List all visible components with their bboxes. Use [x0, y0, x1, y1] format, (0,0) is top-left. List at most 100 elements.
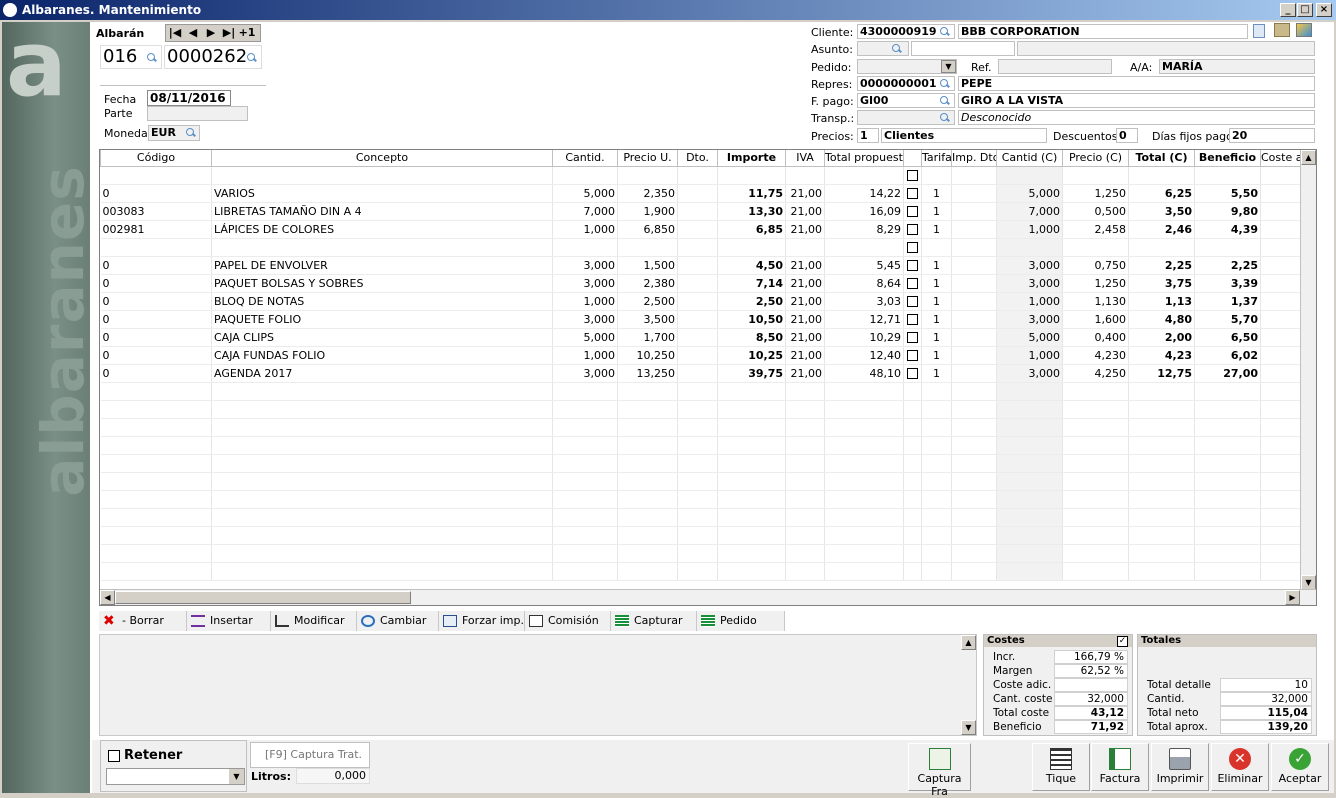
- table-row[interactable]: [100, 472, 1301, 491]
- modificar-button[interactable]: Modificar: [271, 611, 357, 631]
- precios-name-field[interactable]: Clientes: [881, 128, 1047, 143]
- repres-name-field[interactable]: PEPE: [958, 76, 1315, 91]
- row-checkbox[interactable]: [907, 170, 918, 181]
- last-record-icon[interactable]: ▶|: [220, 25, 238, 41]
- repres-search-icon[interactable]: [940, 79, 950, 89]
- aceptar-button[interactable]: ✓ Aceptar: [1271, 743, 1329, 791]
- asunto-extra-field[interactable]: [1017, 41, 1315, 56]
- col-header[interactable]: IVA: [785, 150, 825, 167]
- dias-fijos-field[interactable]: 20: [1229, 128, 1315, 143]
- row-checkbox[interactable]: [907, 278, 918, 289]
- table-row[interactable]: 0 PAQUETE FOLIO 3,000 3,500 10,50 21,00 12,71 1…: [100, 310, 1301, 329]
- row-checkbox[interactable]: [907, 260, 918, 271]
- costes-checkbox[interactable]: ✓: [1117, 636, 1128, 647]
- table-row[interactable]: 0 PAPEL DE ENVOLVER 3,000 1,500 4,50 21,00 5,4…: [100, 256, 1301, 275]
- row-checkbox[interactable]: [907, 188, 918, 199]
- first-record-icon[interactable]: |◀: [166, 25, 184, 41]
- col-header[interactable]: Concepto: [211, 150, 553, 167]
- cliente-web-icon[interactable]: [1296, 23, 1312, 37]
- col-header[interactable]: Total (C): [1128, 150, 1195, 167]
- imprimir-button[interactable]: Imprimir: [1151, 743, 1209, 791]
- factura-button[interactable]: Factura: [1091, 743, 1149, 791]
- scroll-left-icon[interactable]: ◀: [100, 590, 115, 605]
- tique-button[interactable]: Tique: [1032, 743, 1090, 791]
- minimize-button[interactable]: _: [1280, 3, 1296, 17]
- table-row[interactable]: [100, 526, 1301, 545]
- fpago-name-field[interactable]: GIRO A LA VISTA: [958, 93, 1315, 108]
- forzar-button[interactable]: Forzar imp.: [439, 611, 525, 631]
- comision-button[interactable]: Comisión: [525, 611, 611, 631]
- retener-select[interactable]: ▼: [106, 768, 245, 785]
- notes-area[interactable]: ▲ ▼: [99, 634, 977, 736]
- row-checkbox[interactable]: [907, 350, 918, 361]
- grid-vertical-scrollbar[interactable]: ▲ ▼: [1300, 150, 1316, 590]
- borrar-button[interactable]: ✖ - Borrar: [99, 611, 187, 631]
- ref-field[interactable]: [998, 59, 1112, 74]
- grid-horizontal-scrollbar[interactable]: ◀ ▶: [100, 589, 1316, 605]
- col-header[interactable]: Precio (C): [1062, 150, 1129, 167]
- table-row[interactable]: [100, 436, 1301, 455]
- table-row[interactable]: [100, 166, 1301, 185]
- row-checkbox[interactable]: [907, 368, 918, 379]
- captura-trat-button[interactable]: [F9] Captura Trat.: [250, 742, 370, 768]
- table-row[interactable]: 003083 LIBRETAS TAMAÑO DIN A 4 7,000 1,900 1…: [100, 202, 1301, 221]
- scroll-thumb[interactable]: [115, 591, 411, 604]
- col-header[interactable]: Imp. Dto: [951, 150, 997, 167]
- cliente-search-icon[interactable]: [940, 27, 950, 37]
- scroll-right-icon[interactable]: ▶: [1285, 590, 1300, 605]
- retener-dropdown-icon[interactable]: ▼: [229, 769, 244, 784]
- cliente-name-field[interactable]: BBB CORPORATION: [958, 24, 1248, 39]
- insertar-button[interactable]: Insertar: [187, 611, 271, 631]
- new-record-button[interactable]: +1: [238, 25, 256, 41]
- fecha-field[interactable]: 08/11/2016: [147, 90, 231, 106]
- col-header[interactable]: [903, 150, 922, 167]
- capturar-button[interactable]: Capturar: [611, 611, 697, 631]
- descuentos-field[interactable]: 0: [1116, 128, 1138, 143]
- table-row[interactable]: [100, 238, 1301, 257]
- table-row[interactable]: [100, 490, 1301, 509]
- scroll-up-icon[interactable]: ▲: [1301, 150, 1316, 165]
- lines-grid[interactable]: Código Concepto Cantid. Precio U. Dto. I…: [99, 149, 1317, 606]
- retener-checkbox[interactable]: [108, 750, 120, 762]
- cliente-card-icon[interactable]: [1274, 23, 1290, 37]
- row-checkbox[interactable]: [907, 242, 918, 253]
- table-row[interactable]: [100, 562, 1301, 581]
- col-header[interactable]: Coste ad: [1260, 150, 1301, 167]
- row-checkbox[interactable]: [907, 314, 918, 325]
- row-checkbox[interactable]: [907, 332, 918, 343]
- notes-scroll-down-icon[interactable]: ▼: [961, 720, 976, 735]
- table-row[interactable]: [100, 544, 1301, 563]
- table-row[interactable]: 0 PAQUET BOLSAS Y SOBRES 3,000 2,380 7,14 21,…: [100, 274, 1301, 293]
- col-header[interactable]: Código: [100, 150, 212, 167]
- scroll-down-icon[interactable]: ▼: [1301, 575, 1316, 590]
- numero-search-icon[interactable]: [247, 53, 257, 63]
- col-header[interactable]: Total propuesto: [824, 150, 904, 167]
- transp-name-field[interactable]: Desconocido: [958, 110, 1315, 125]
- col-header[interactable]: Precio U.: [617, 150, 678, 167]
- col-header[interactable]: Tarifa: [921, 150, 952, 167]
- table-row[interactable]: 0 VARIOS 5,000 2,350 11,75 21,00 14,22 1 5,000 1,…: [100, 184, 1301, 203]
- table-row[interactable]: [100, 382, 1301, 401]
- table-row[interactable]: 0 BLOQ DE NOTAS 1,000 2,500 2,50 21,00 3,03 1 1,…: [100, 292, 1301, 311]
- parte-field[interactable]: [147, 106, 248, 121]
- pedido-button[interactable]: Pedido: [697, 611, 785, 631]
- maximize-button[interactable]: □: [1297, 3, 1313, 17]
- close-button[interactable]: ×: [1316, 3, 1332, 17]
- table-row[interactable]: [100, 454, 1301, 473]
- serie-search-icon[interactable]: [147, 53, 157, 63]
- table-row[interactable]: [100, 400, 1301, 419]
- cambiar-button[interactable]: Cambiar: [357, 611, 439, 631]
- moneda-search-icon[interactable]: [186, 128, 196, 138]
- notes-scroll-up-icon[interactable]: ▲: [961, 635, 976, 650]
- table-row[interactable]: 0 CAJA CLIPS 5,000 1,700 8,50 21,00 10,29 1 5,00…: [100, 328, 1301, 347]
- cliente-details-icon[interactable]: [1253, 24, 1265, 38]
- fpago-search-icon[interactable]: [940, 96, 950, 106]
- col-header[interactable]: Dto.: [677, 150, 718, 167]
- prev-record-icon[interactable]: ◀: [184, 25, 202, 41]
- next-record-icon[interactable]: ▶: [202, 25, 220, 41]
- table-row[interactable]: [100, 508, 1301, 527]
- transp-search-icon[interactable]: [940, 113, 950, 123]
- col-header[interactable]: Beneficio: [1194, 150, 1261, 167]
- col-header[interactable]: Importe: [717, 150, 786, 167]
- col-header[interactable]: Cantid (C): [996, 150, 1063, 167]
